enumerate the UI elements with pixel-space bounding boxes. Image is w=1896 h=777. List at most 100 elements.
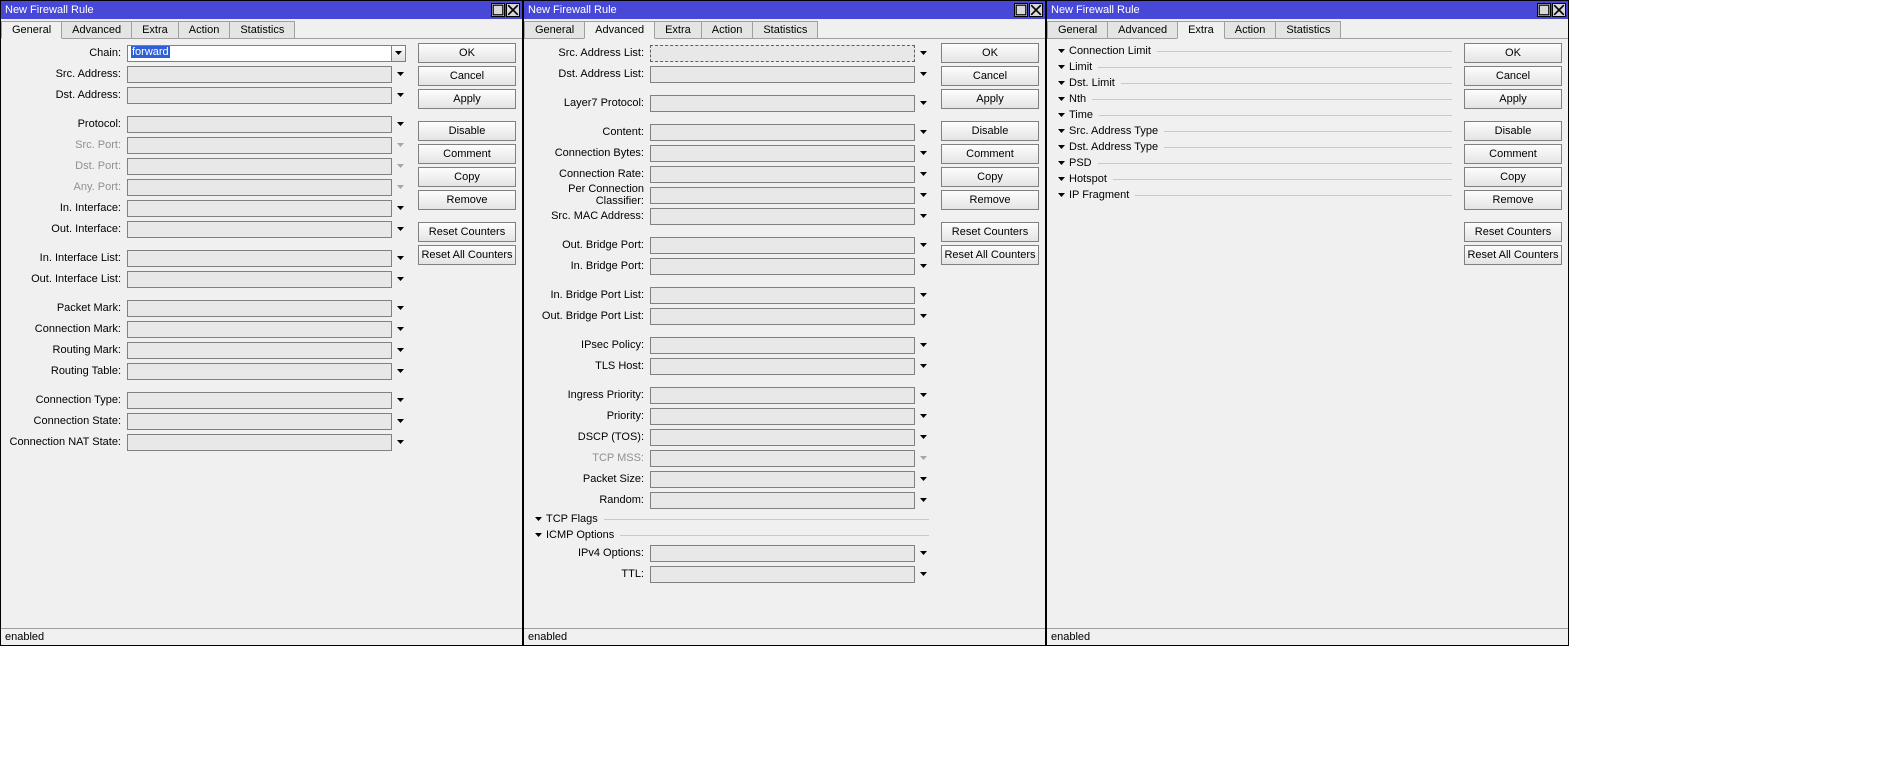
close-button[interactable] [506,3,520,17]
tab-general[interactable]: General [1,21,62,39]
tab-extra[interactable]: Extra [1177,21,1225,39]
out-bridge-port-expand-icon[interactable] [917,243,929,247]
in-bridge-port-list-input[interactable] [650,287,915,304]
connection-bytes-expand-icon[interactable] [917,151,929,155]
dst-address-list-expand-icon[interactable] [917,72,929,76]
reset-all-counters-button[interactable]: Reset All Counters [418,245,516,265]
ipv4-options-expand-icon[interactable] [917,551,929,555]
ingress-priority-input[interactable] [650,387,915,404]
minimize-button[interactable] [491,3,505,17]
disable-button[interactable]: Disable [941,121,1039,141]
tab-statistics[interactable]: Statistics [752,21,818,38]
disable-button[interactable]: Disable [418,121,516,141]
per-connection-classifier-expand-icon[interactable] [917,193,929,197]
packet-mark-input[interactable] [127,300,392,317]
src-address-expand-icon[interactable] [394,72,406,76]
priority-input[interactable] [650,408,915,425]
tls-host-input[interactable] [650,358,915,375]
tcp-mss-input[interactable] [650,450,915,467]
expander-ip-fragment[interactable]: IP Fragment [1053,187,1452,203]
dst-address-expand-icon[interactable] [394,93,406,97]
connection-rate-input[interactable] [650,166,915,183]
reset-counters-button[interactable]: Reset Counters [941,222,1039,242]
routing-table-expand-icon[interactable] [394,369,406,373]
remove-button[interactable]: Remove [418,190,516,210]
per-connection-classifier-input[interactable] [650,187,915,204]
reset-counters-button[interactable]: Reset Counters [418,222,516,242]
tab-extra[interactable]: Extra [654,21,702,38]
src-mac-address-input[interactable] [650,208,915,225]
tab-advanced[interactable]: Advanced [61,21,132,38]
layer7-protocol-expand-icon[interactable] [917,101,929,105]
reset-all-counters-button[interactable]: Reset All Counters [941,245,1039,265]
copy-button[interactable]: Copy [418,167,516,187]
ok-button[interactable]: OK [418,43,516,63]
ttl-expand-icon[interactable] [917,572,929,576]
ok-button[interactable]: OK [1464,43,1562,63]
connection-mark-expand-icon[interactable] [394,327,406,331]
expander-dst-limit[interactable]: Dst. Limit [1053,75,1452,91]
src-port-input[interactable] [127,137,392,154]
tab-advanced[interactable]: Advanced [584,21,655,39]
in-bridge-port-list-expand-icon[interactable] [917,293,929,297]
remove-button[interactable]: Remove [1464,190,1562,210]
close-button[interactable] [1552,3,1566,17]
packet-mark-expand-icon[interactable] [394,306,406,310]
tab-general[interactable]: General [524,21,585,38]
dst-port-input[interactable] [127,158,392,175]
connection-type-expand-icon[interactable] [394,398,406,402]
src-address-list-expand-icon[interactable] [917,51,929,55]
protocol-expand-icon[interactable] [394,122,406,126]
out-bridge-port-list-input[interactable] [650,308,915,325]
cancel-button[interactable]: Cancel [418,66,516,86]
tab-statistics[interactable]: Statistics [229,21,295,38]
dscp-tos-input[interactable] [650,429,915,446]
connection-bytes-input[interactable] [650,145,915,162]
in-interface-expand-icon[interactable] [394,206,406,210]
ingress-priority-expand-icon[interactable] [917,393,929,397]
src-address-list-input[interactable] [650,45,915,62]
connection-state-expand-icon[interactable] [394,419,406,423]
ttl-input[interactable] [650,566,915,583]
routing-table-input[interactable] [127,363,392,380]
cancel-button[interactable]: Cancel [1464,66,1562,86]
ok-button[interactable]: OK [941,43,1039,63]
expander-icmp-options[interactable]: ICMP Options [530,527,929,543]
chain-input[interactable]: forward [127,45,392,62]
comment-button[interactable]: Comment [1464,144,1562,164]
out-interface-expand-icon[interactable] [394,227,406,231]
protocol-input[interactable] [127,116,392,133]
comment-button[interactable]: Comment [941,144,1039,164]
expander-hotspot[interactable]: Hotspot [1053,171,1452,187]
connection-state-input[interactable] [127,413,392,430]
expander-src-address-type[interactable]: Src. Address Type [1053,123,1452,139]
dst-address-list-input[interactable] [650,66,915,83]
tab-action[interactable]: Action [1224,21,1277,38]
in-bridge-port-input[interactable] [650,258,915,275]
any-port-input[interactable] [127,179,392,196]
comment-button[interactable]: Comment [418,144,516,164]
connection-rate-expand-icon[interactable] [917,172,929,176]
expander-limit[interactable]: Limit [1053,59,1452,75]
disable-button[interactable]: Disable [1464,121,1562,141]
in-interface-input[interactable] [127,200,392,217]
tab-extra[interactable]: Extra [131,21,179,38]
apply-button[interactable]: Apply [1464,89,1562,109]
expander-psd[interactable]: PSD [1053,155,1452,171]
tab-action[interactable]: Action [701,21,754,38]
packet-size-expand-icon[interactable] [917,477,929,481]
expander-nth[interactable]: Nth [1053,91,1452,107]
content-expand-icon[interactable] [917,130,929,134]
tab-general[interactable]: General [1047,21,1108,38]
layer7-protocol-input[interactable] [650,95,915,112]
expander-connection-limit[interactable]: Connection Limit [1053,43,1452,59]
chain-dropdown[interactable] [392,45,406,62]
minimize-button[interactable] [1014,3,1028,17]
tab-advanced[interactable]: Advanced [1107,21,1178,38]
in-bridge-port-expand-icon[interactable] [917,264,929,268]
ipsec-policy-expand-icon[interactable] [917,343,929,347]
close-button[interactable] [1029,3,1043,17]
routing-mark-input[interactable] [127,342,392,359]
out-bridge-port-input[interactable] [650,237,915,254]
apply-button[interactable]: Apply [418,89,516,109]
